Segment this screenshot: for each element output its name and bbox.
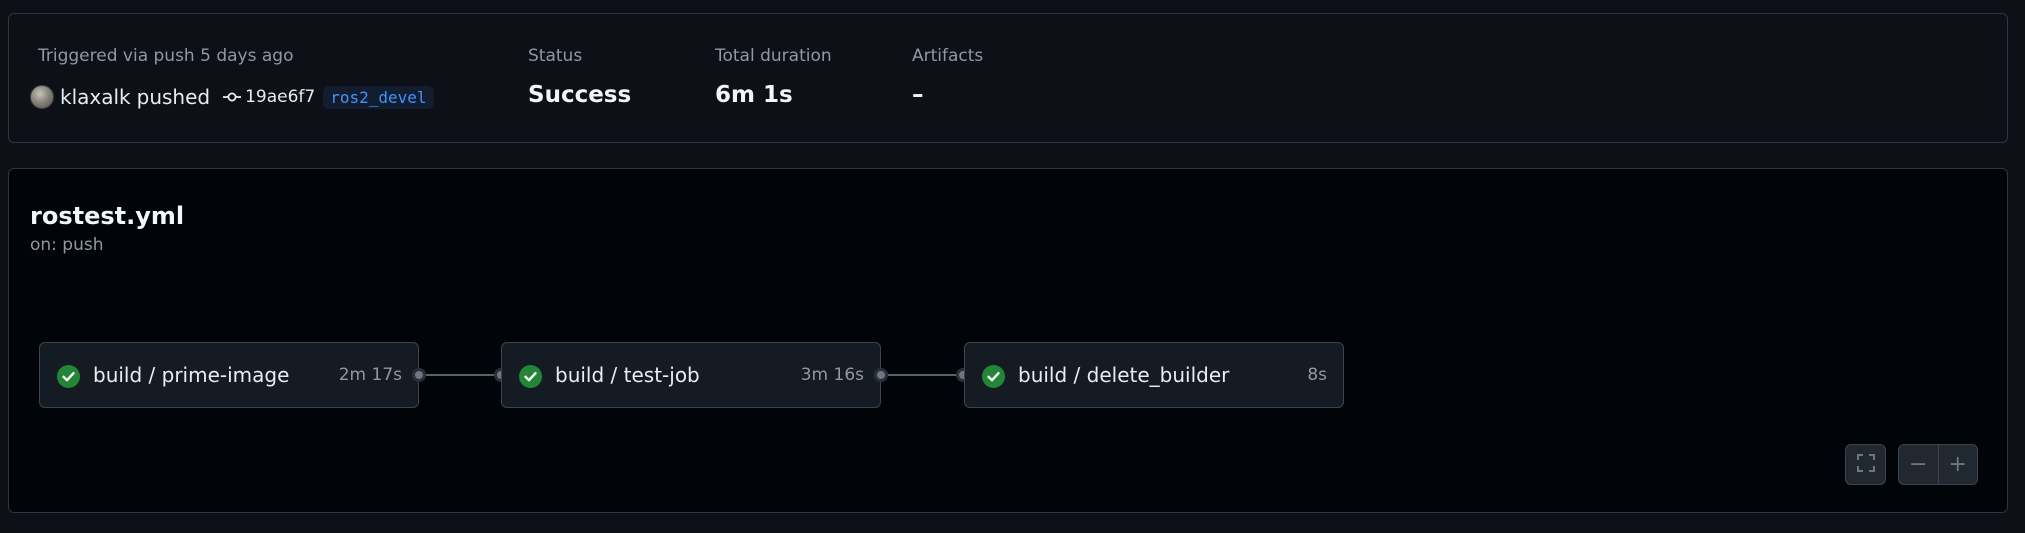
actor-link[interactable]: klaxalk [60, 85, 131, 109]
commit-sha-link[interactable]: 19ae6f7 [245, 87, 315, 107]
success-check-icon [57, 365, 80, 388]
success-check-icon [982, 365, 1005, 388]
zoom-out-button[interactable]: − [1899, 445, 1938, 484]
workflow-file-title[interactable]: rostest.yml [30, 202, 184, 230]
status-value: Success [528, 82, 632, 108]
workflow-graph-card: rostest.yml on: push build / prime-image… [8, 168, 2008, 513]
job-connector [426, 374, 504, 376]
artifacts-label: Artifacts [912, 46, 984, 66]
job-duration: 8s [1307, 365, 1327, 385]
zoom-in-button[interactable]: + [1939, 445, 1978, 484]
run-summary-card: Triggered via push 5 days ago klaxalk pu… [8, 13, 2008, 143]
workflow-trigger: on: push [30, 235, 104, 255]
job-name: build / test-job [555, 363, 700, 387]
trigger-label: Triggered via push 5 days ago [38, 46, 294, 66]
job-name: build / prime-image [93, 363, 290, 387]
success-check-icon [519, 365, 542, 388]
git-commit-icon [223, 91, 242, 103]
fullscreen-button[interactable] [1845, 444, 1886, 485]
job-output-port [412, 368, 426, 382]
artifacts-value: – [912, 82, 924, 108]
job-name: build / delete_builder [1018, 363, 1230, 387]
job-node-prime-image[interactable]: build / prime-image 2m 17s [39, 342, 419, 408]
duration-value: 6m 1s [715, 82, 793, 108]
trigger-row: klaxalk pushed 19ae6f7 ros2_devel [30, 82, 434, 112]
job-output-port [874, 368, 888, 382]
duration-label: Total duration [715, 46, 832, 66]
branch-badge[interactable]: ros2_devel [323, 85, 434, 109]
status-label: Status [528, 46, 583, 66]
action-text: pushed [136, 85, 211, 109]
job-duration: 2m 17s [338, 365, 402, 385]
job-connector [888, 374, 966, 376]
job-node-delete-builder[interactable]: build / delete_builder 8s [964, 342, 1344, 408]
zoom-controls: − + [1898, 444, 1978, 485]
fullscreen-icon [1856, 453, 1876, 477]
avatar[interactable] [30, 85, 54, 109]
job-duration: 3m 16s [800, 365, 864, 385]
job-node-test-job[interactable]: build / test-job 3m 16s [501, 342, 881, 408]
